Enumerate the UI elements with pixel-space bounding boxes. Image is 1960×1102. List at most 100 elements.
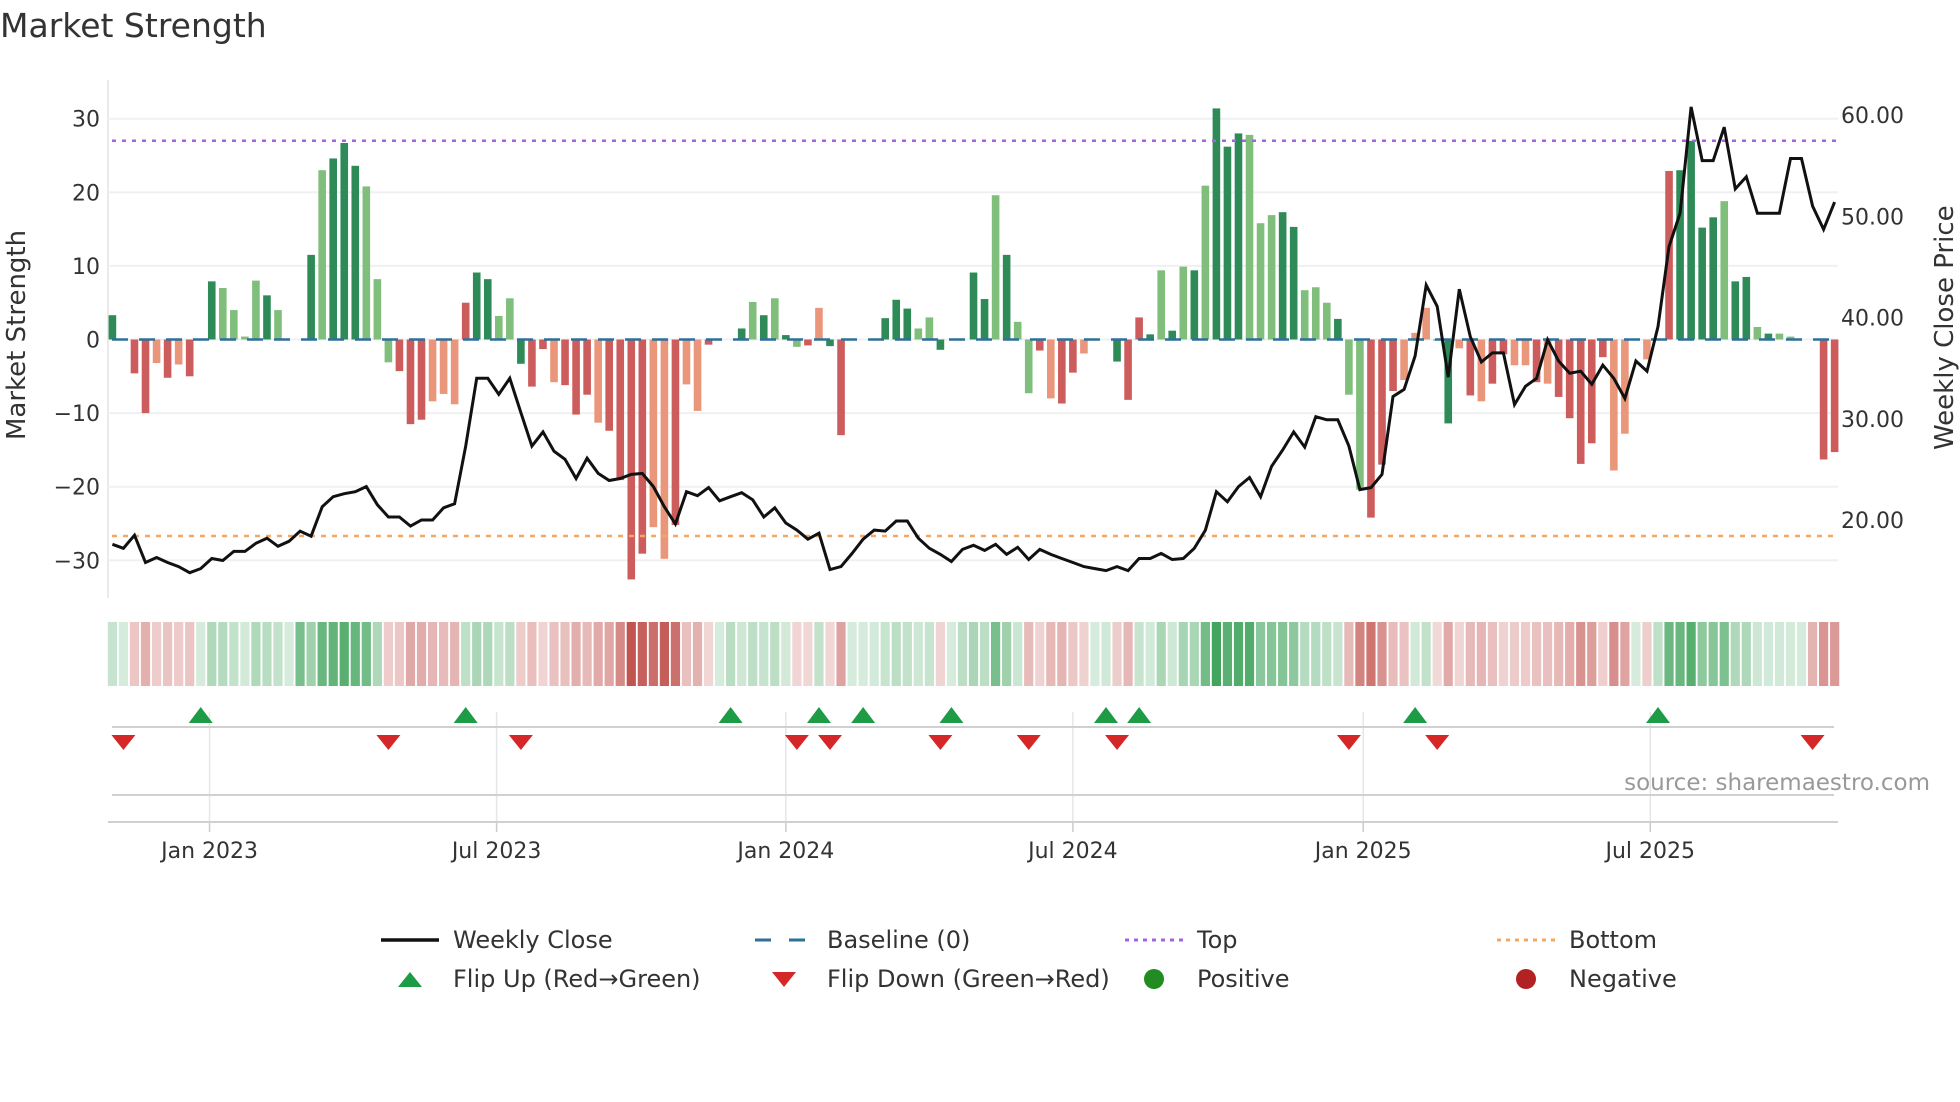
strength-heat-cell [1730, 622, 1740, 686]
strength-heat-cell [1035, 622, 1045, 686]
negative-bar [1389, 339, 1397, 392]
strength-heat-cell [1708, 622, 1718, 686]
strength-heat-cell [1830, 622, 1840, 686]
positive-bar [1256, 223, 1265, 340]
strength-heat-cell [681, 622, 692, 686]
flip-down-marker [1105, 735, 1130, 750]
strength-heat-cell [472, 622, 482, 686]
strength-heat-cell [1167, 622, 1177, 686]
strength-heat-cell [1211, 622, 1221, 686]
positive-bar [892, 299, 901, 340]
positive-bar [991, 195, 1000, 340]
strength-heat-cell [350, 622, 360, 686]
negative-bar [649, 339, 658, 528]
strength-heat-cell [946, 622, 957, 686]
positive-bar [219, 287, 227, 340]
strength-heat-cell [659, 622, 669, 686]
negative-bar [550, 339, 558, 383]
strength-heat-cell [692, 622, 703, 686]
positive-bar [108, 315, 117, 340]
strength-heat-cell [1156, 622, 1166, 686]
negative-bar [439, 339, 448, 394]
strength-heat-cell [262, 622, 272, 686]
negative-bar [1521, 339, 1530, 366]
positive-bar [1245, 134, 1254, 340]
negative-bar [384, 339, 393, 363]
strength-heat-cell [306, 622, 316, 686]
strength-heat-cell [1079, 622, 1089, 686]
positive-bar [1013, 321, 1022, 340]
strength-heat-cell [483, 622, 493, 686]
positive-bar [771, 298, 779, 340]
negative-bar [152, 339, 161, 364]
strength-heat-cell [527, 622, 537, 686]
flip-up-marker [1127, 707, 1152, 723]
negative-bar [1124, 339, 1132, 400]
strength-heat-cell [1432, 622, 1442, 686]
strength-heat-cell [383, 622, 393, 686]
strength-heat-cell [118, 622, 129, 686]
strength-heat-cell [1112, 622, 1122, 686]
legend-line-icon [381, 938, 439, 942]
strength-heat-cell [1531, 622, 1542, 686]
strength-heat-cell [229, 622, 239, 686]
strength-heat-cell [185, 622, 195, 686]
negative-bar [1035, 339, 1044, 351]
strength-heat-cell [1631, 622, 1641, 686]
strength-heat-cell [869, 622, 879, 686]
positive-bar [1775, 333, 1784, 340]
strength-heat-cell [1576, 622, 1586, 686]
strength-heat-cell [140, 622, 151, 686]
strength-heat-cell [494, 622, 504, 686]
negative-bar [1058, 339, 1066, 404]
strength-heat-cell [1300, 622, 1310, 686]
strength-heat-cell [703, 622, 714, 686]
negative-bar [1819, 339, 1828, 460]
positive-bar [252, 280, 260, 340]
legend-label: Bottom [1569, 926, 1658, 954]
negative-bar [1554, 339, 1563, 397]
right-tick-label: 20.00 [1841, 509, 1904, 534]
strength-heat-cell [1289, 622, 1299, 686]
legend-label: Negative [1569, 965, 1677, 993]
strength-heat-cell [637, 622, 647, 686]
left-tick-label: −30 [54, 549, 100, 574]
left-tick-label: 20 [72, 181, 100, 206]
strength-heat-cell [1476, 622, 1486, 686]
positive-bar [1212, 108, 1221, 340]
legend-item: Positive [1125, 963, 1290, 995]
strength-heat-cell [560, 622, 570, 686]
negative-bar [1599, 339, 1607, 358]
strength-heat-cell [1244, 622, 1255, 686]
strength-heat-cell [1796, 622, 1807, 686]
legend-triangle-icon [772, 972, 796, 987]
negative-bar [1069, 339, 1077, 373]
positive-bar [1720, 201, 1729, 340]
legend-label: Baseline (0) [827, 926, 971, 954]
positive-bar [461, 302, 470, 340]
strength-heat-cell [836, 622, 846, 686]
negative-bar [395, 339, 404, 372]
x-tick-label: Jul 2024 [1026, 839, 1118, 864]
strength-heat-cell [670, 622, 681, 686]
strength-heat-cell [1587, 622, 1597, 686]
strength-heat-cell [1200, 622, 1210, 686]
flip-up-marker [806, 707, 831, 723]
strength-heat-cell [1013, 622, 1023, 686]
negative-bar [936, 339, 945, 350]
strength-heat-cell [1255, 622, 1266, 686]
strength-heat-cell [1123, 622, 1133, 686]
legend-line-icon [1125, 938, 1183, 942]
strength-heat-cell [880, 622, 890, 686]
legend-triangle-icon [398, 972, 422, 987]
negative-bar [1510, 339, 1519, 366]
positive-bar [1179, 266, 1188, 340]
strength-heat-cell [968, 622, 979, 686]
left-tick-label: 0 [86, 329, 100, 354]
negative-bar [417, 339, 426, 420]
flip-down-marker [376, 735, 401, 750]
strength-heat-cell [273, 622, 283, 686]
strength-heat-cell [1598, 622, 1608, 686]
strength-heat-cell [207, 622, 217, 686]
negative-bar [682, 339, 691, 385]
